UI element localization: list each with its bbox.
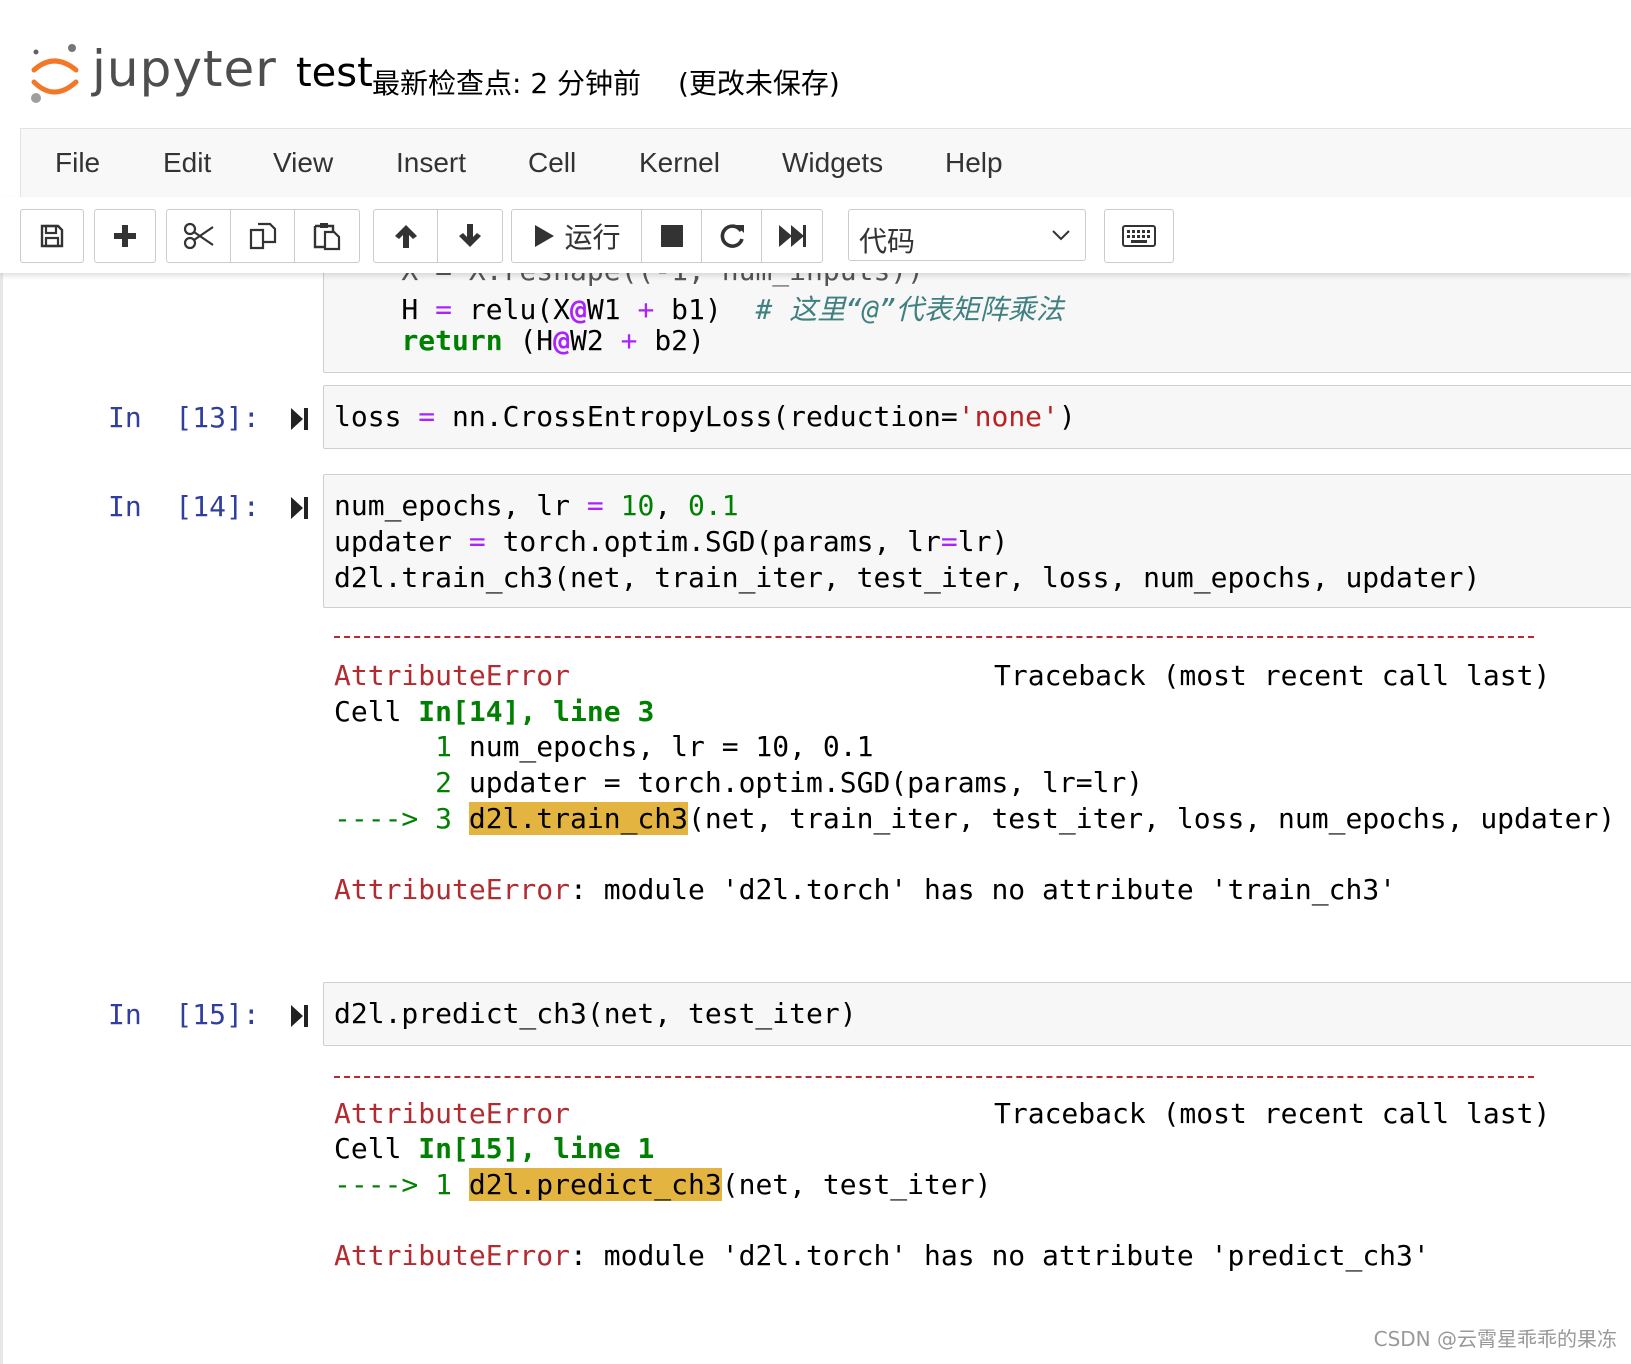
notebook-header: jupyter test 最新检查点: 2 分钟前 (更改未保存) bbox=[0, 0, 1631, 130]
run-cell-icon[interactable] bbox=[289, 1002, 311, 1030]
save-button[interactable] bbox=[21, 210, 83, 262]
cell-type-select[interactable]: 代码 bbox=[848, 209, 1086, 261]
traceback-header: Traceback (most recent call last) bbox=[994, 659, 1551, 692]
cell-prompt: In [13]: bbox=[108, 401, 260, 434]
keyboard-icon bbox=[1122, 225, 1156, 247]
toolbar: 运行 代码 bbox=[0, 197, 1631, 273]
clipboard-group bbox=[166, 209, 360, 263]
traceback-separator bbox=[334, 636, 1534, 638]
code-cell-prev[interactable]: X = X.reshape((-1, num_inputs)) H = relu… bbox=[323, 273, 1631, 373]
plus-icon bbox=[114, 225, 136, 247]
code-line: loss = nn.CrossEntropyLoss(reduction='no… bbox=[334, 400, 1076, 433]
chevron-down-icon bbox=[1052, 230, 1070, 241]
traceback-cell-ref: Cell In[15], line 1 bbox=[334, 1132, 655, 1165]
run-group: 运行 bbox=[511, 209, 823, 263]
notebook-name[interactable]: test bbox=[296, 50, 373, 96]
menu-file[interactable]: File bbox=[55, 147, 100, 179]
menu-cell[interactable]: Cell bbox=[528, 147, 576, 179]
code-line: d2l.predict_ch3(net, test_iter) bbox=[334, 997, 857, 1030]
save-status: (更改未保存) bbox=[678, 67, 840, 100]
run-cell-icon[interactable] bbox=[289, 405, 311, 433]
arrow-down-icon bbox=[459, 224, 481, 247]
code-cell-13[interactable]: loss = nn.CrossEntropyLoss(reduction='no… bbox=[323, 385, 1631, 449]
menu-view[interactable]: View bbox=[273, 147, 333, 179]
code-cell-14[interactable]: num_epochs, lr = 10, 0.1 updater = torch… bbox=[323, 474, 1631, 608]
error-message: AttributeError: module 'd2l.torch' has n… bbox=[334, 873, 1397, 906]
move-up-button[interactable] bbox=[374, 210, 438, 262]
checkpoint-status: 最新检查点: 2 分钟前 bbox=[372, 67, 642, 100]
insert-cell-button[interactable] bbox=[95, 210, 155, 262]
run-cell-icon[interactable] bbox=[289, 494, 311, 522]
restart-button[interactable] bbox=[702, 210, 762, 262]
error-name: AttributeError bbox=[334, 659, 571, 692]
save-icon bbox=[40, 224, 64, 248]
code-line: num_epochs, lr = 10, 0.1 bbox=[334, 489, 739, 522]
traceback-error-line: ----> 3 d2l.train_ch3(net, train_iter, t… bbox=[334, 802, 1616, 835]
keyboard-group bbox=[1104, 209, 1174, 263]
menu-insert[interactable]: Insert bbox=[396, 147, 466, 179]
jupyter-logo-icon bbox=[31, 44, 79, 103]
command-palette-button[interactable] bbox=[1105, 210, 1173, 262]
paste-button[interactable] bbox=[295, 210, 359, 262]
move-down-button[interactable] bbox=[438, 210, 502, 262]
code-line: H = relu(X@W1 + b1) # 这里“@”代表矩阵乘法 bbox=[334, 293, 1064, 326]
code-cell-15[interactable]: d2l.predict_ch3(net, test_iter) bbox=[323, 982, 1631, 1046]
code-line: updater = torch.optim.SGD(params, lr=lr) bbox=[334, 525, 1009, 558]
traceback-line: 1 num_epochs, lr = 10, 0.1 bbox=[334, 730, 874, 763]
paste-icon bbox=[313, 223, 341, 251]
fast-forward-icon bbox=[779, 225, 806, 247]
play-icon bbox=[535, 225, 555, 247]
save-group bbox=[20, 209, 84, 263]
copy-button[interactable] bbox=[231, 210, 295, 262]
menu-kernel[interactable]: Kernel bbox=[639, 147, 720, 179]
menubar: File Edit View Insert Cell Kernel Widget… bbox=[20, 128, 1631, 198]
cell-prompt: In [15]: bbox=[108, 998, 260, 1031]
notebook-container[interactable]: X = X.reshape((-1, num_inputs)) H = relu… bbox=[0, 273, 1631, 1364]
traceback-header: Traceback (most recent call last) bbox=[994, 1097, 1551, 1130]
menu-widgets[interactable]: Widgets bbox=[782, 147, 883, 179]
restart-icon bbox=[720, 224, 744, 248]
menu-edit[interactable]: Edit bbox=[163, 147, 211, 179]
code-line: d2l.train_ch3(net, train_iter, test_iter… bbox=[334, 561, 1481, 594]
traceback-cell-ref: Cell In[14], line 3 bbox=[334, 695, 655, 728]
insert-group bbox=[94, 209, 156, 263]
arrow-up-icon bbox=[394, 225, 417, 248]
cell-prompt: In [14]: bbox=[108, 490, 260, 523]
notebook-left-border bbox=[0, 273, 3, 1364]
watermark: CSDN @云霄星乖乖的果冻 bbox=[1373, 1327, 1617, 1351]
run-label: 运行 bbox=[564, 221, 621, 254]
run-button[interactable]: 运行 bbox=[512, 210, 642, 262]
code-line: return (H@W2 + b2) bbox=[401, 324, 705, 357]
cut-icon bbox=[183, 222, 214, 250]
interrupt-button[interactable] bbox=[642, 210, 702, 262]
copy-icon bbox=[249, 222, 276, 250]
traceback-line: 2 updater = torch.optim.SGD(params, lr=l… bbox=[334, 766, 1144, 799]
error-message: AttributeError: module 'd2l.torch' has n… bbox=[334, 1239, 1430, 1272]
move-group bbox=[373, 209, 503, 263]
traceback-error-line: ----> 1 d2l.predict_ch3(net, test_iter) bbox=[334, 1168, 992, 1201]
error-name: AttributeError bbox=[334, 1097, 571, 1130]
code-line: X = X.reshape((-1, num_inputs)) bbox=[334, 273, 924, 287]
menu-help[interactable]: Help bbox=[945, 147, 1003, 179]
stop-icon bbox=[660, 225, 683, 247]
jupyter-wordmark: jupyter bbox=[92, 40, 277, 98]
traceback-separator bbox=[334, 1076, 1534, 1078]
cut-button[interactable] bbox=[167, 210, 231, 262]
cell-type-value: 代码 bbox=[859, 225, 916, 258]
restart-run-all-button[interactable] bbox=[762, 210, 822, 262]
